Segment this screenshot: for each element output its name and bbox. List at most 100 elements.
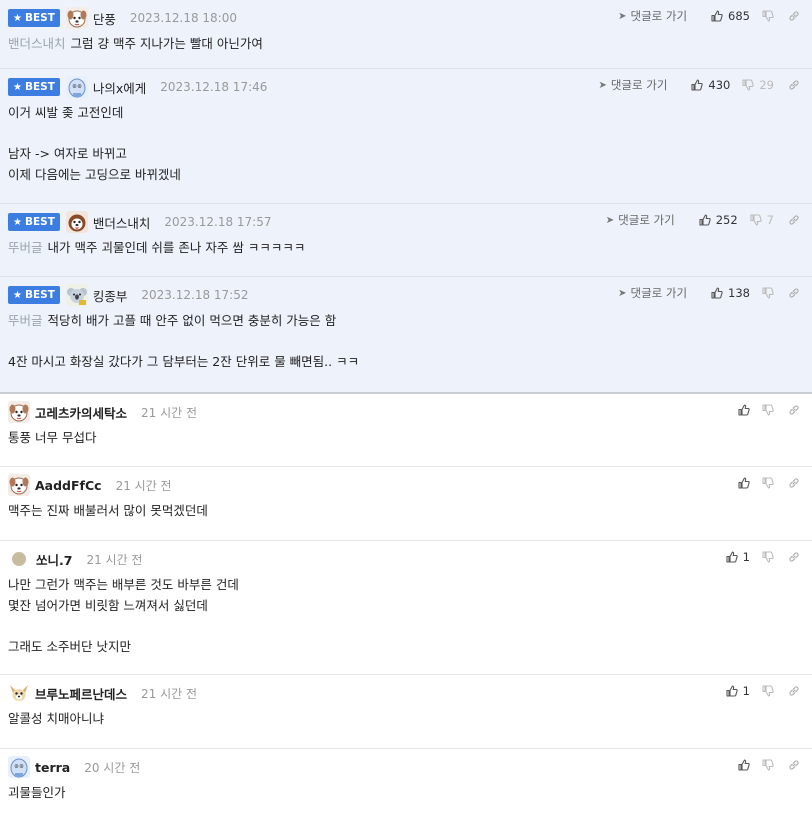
share-link-button[interactable] — [788, 759, 800, 771]
comment-list: ★ BEST 단풍 2023.12.18 18:00 ➤ 댓글로 가기 685 밴더스내치 그럼… — [0, 0, 812, 818]
comment-line — [8, 616, 804, 637]
star-icon: ★ — [13, 289, 22, 301]
comment-text: 남자 -> 여자로 바뀌고 — [8, 146, 127, 161]
upvote-button[interactable] — [738, 759, 750, 771]
avatar[interactable] — [8, 682, 30, 704]
downvote-button[interactable] — [762, 10, 774, 22]
comment-body: 알콜성 치매아니냐 — [8, 703, 804, 730]
comment-text: 괴물들인가 — [8, 785, 66, 800]
comment-actions — [726, 402, 800, 418]
comment-text: 맥주는 진짜 배불러서 많이 못먹겠던데 — [8, 503, 208, 518]
send-arrow-icon: ➤ — [618, 287, 627, 299]
goto-comment-link[interactable]: ➤ 댓글로 가기 — [598, 77, 667, 93]
timestamp: 2023.12.18 17:52 — [141, 288, 249, 302]
comment-body: 통풍 너무 무섭다 — [8, 422, 804, 449]
comment-text: 통풍 너무 무섭다 — [8, 430, 97, 445]
mention[interactable]: 뚜버글 — [8, 313, 43, 328]
downvote-button[interactable] — [762, 477, 774, 489]
avatar[interactable] — [8, 401, 30, 423]
avatar[interactable] — [12, 552, 26, 566]
upvote-button[interactable]: 430 — [691, 78, 730, 92]
comment-line: 그래도 소주버단 낫지만 — [8, 637, 804, 658]
upvote-button[interactable] — [738, 477, 750, 489]
avatar[interactable] — [65, 7, 88, 29]
mention[interactable]: 뚜버글 — [8, 240, 43, 255]
share-link-button[interactable] — [788, 551, 800, 563]
upvote-button[interactable] — [738, 404, 750, 416]
downvote-button[interactable] — [762, 685, 774, 697]
comment-line: 뚜버글 적당히 배가 고플 때 안주 없이 먹으면 충분히 가능은 함 — [8, 311, 804, 332]
nickname[interactable]: 고레츠카의세탁소 — [35, 403, 127, 422]
thumbs-down-icon — [762, 10, 774, 22]
timestamp: 20 시간 전 — [84, 760, 141, 775]
timestamp: 21 시간 전 — [141, 686, 198, 701]
downvote-button[interactable]: 29 — [742, 78, 774, 92]
downvote-button[interactable] — [762, 287, 774, 299]
nickname[interactable]: 쏘니.7 — [36, 550, 72, 569]
comment-text: 몇잔 넘어가면 비릿함 느껴져서 싫던데 — [8, 597, 208, 613]
upvote-button[interactable]: 685 — [711, 9, 750, 23]
comment-body: 괴물들인가 — [8, 777, 804, 804]
share-link-button[interactable] — [788, 214, 800, 226]
star-icon: ★ — [13, 12, 22, 24]
send-arrow-icon: ➤ — [598, 79, 607, 91]
upvote-count: 685 — [728, 9, 750, 23]
best-comment: ★ BEST 밴더스내치 2023.12.18 17:57 ➤ 댓글로 가기 252 7 뚜버글… — [0, 204, 812, 277]
thumbs-down-icon — [762, 404, 774, 416]
comment-actions: ➤ 댓글로 가기 138 — [618, 285, 800, 301]
goto-comment-link[interactable]: ➤ 댓글로 가기 — [618, 8, 687, 24]
comment: 고레츠카의세탁소 21 시간 전통풍 너무 무섭다 — [0, 394, 812, 467]
share-link-button[interactable] — [788, 10, 800, 22]
upvote-button[interactable]: 1 — [726, 684, 750, 698]
comment-line: 맥주는 진짜 배불러서 많이 못먹겠던데 — [8, 501, 804, 522]
avatar[interactable] — [65, 76, 88, 98]
upvote-button[interactable]: 252 — [699, 213, 738, 227]
nickname[interactable]: AaddFfCc — [35, 478, 102, 493]
timestamp: 21 시간 전 — [141, 405, 198, 420]
nickname[interactable]: terra — [35, 760, 70, 775]
comment-text: 그럼 걍 맥주 지나가는 빨대 아닌가여 — [70, 36, 263, 51]
best-badge: ★ BEST — [8, 9, 60, 27]
upvote-button[interactable]: 1 — [726, 550, 750, 564]
mention[interactable]: 밴더스내치 — [8, 36, 66, 51]
nickname[interactable]: 나의x에게 — [93, 78, 146, 97]
link-icon — [788, 214, 800, 226]
link-icon — [788, 404, 800, 416]
downvote-button[interactable] — [762, 551, 774, 563]
nickname[interactable]: 브루노페르난데스 — [35, 684, 127, 703]
timestamp: 21 시간 전 — [86, 552, 143, 567]
link-icon — [788, 10, 800, 22]
upvote-button[interactable]: 138 — [711, 286, 750, 300]
comment-actions: ➤ 댓글로 가기 252 7 — [606, 212, 800, 228]
comment-actions — [726, 475, 800, 491]
thumbs-up-icon — [691, 79, 704, 91]
comment-body: 밴더스내치 그럼 걍 맥주 지나가는 빨대 아닌가여 — [8, 28, 804, 55]
nickname[interactable]: 킹종부 — [93, 286, 128, 305]
upvote-count: 252 — [715, 213, 738, 227]
share-link-button[interactable] — [788, 685, 800, 697]
avatar[interactable] — [8, 756, 30, 778]
share-link-button[interactable] — [788, 287, 800, 299]
avatar[interactable] — [65, 211, 88, 233]
link-icon — [788, 477, 800, 489]
nickname[interactable]: 단풍 — [93, 9, 116, 28]
goto-comment-link[interactable]: ➤ 댓글로 가기 — [618, 285, 687, 301]
comment-text: 적당히 배가 고플 때 안주 없이 먹으면 충분히 가능은 함 — [47, 313, 337, 328]
avatar[interactable] — [65, 284, 88, 306]
thumbs-down-icon — [762, 685, 774, 697]
share-link-button[interactable] — [788, 404, 800, 416]
goto-comment-link[interactable]: ➤ 댓글로 가기 — [606, 212, 675, 228]
downvote-button[interactable] — [762, 404, 774, 416]
nickname[interactable]: 밴더스내치 — [93, 213, 151, 232]
best-comment: ★ BEST 나의x에게 2023.12.18 17:46 ➤ 댓글로 가기 430 29 이거… — [0, 69, 812, 204]
avatar[interactable] — [8, 474, 30, 496]
share-link-button[interactable] — [788, 477, 800, 489]
thumbs-up-icon — [726, 685, 738, 697]
comment: terra 20 시간 전괴물들인가 — [0, 749, 812, 818]
share-link-button[interactable] — [788, 79, 800, 91]
thumbs-up-icon — [738, 404, 750, 416]
downvote-button[interactable] — [762, 759, 774, 771]
thumbs-up-icon — [711, 10, 723, 22]
comment-line: 괴물들인가 — [8, 783, 804, 804]
downvote-button[interactable]: 7 — [750, 213, 774, 227]
